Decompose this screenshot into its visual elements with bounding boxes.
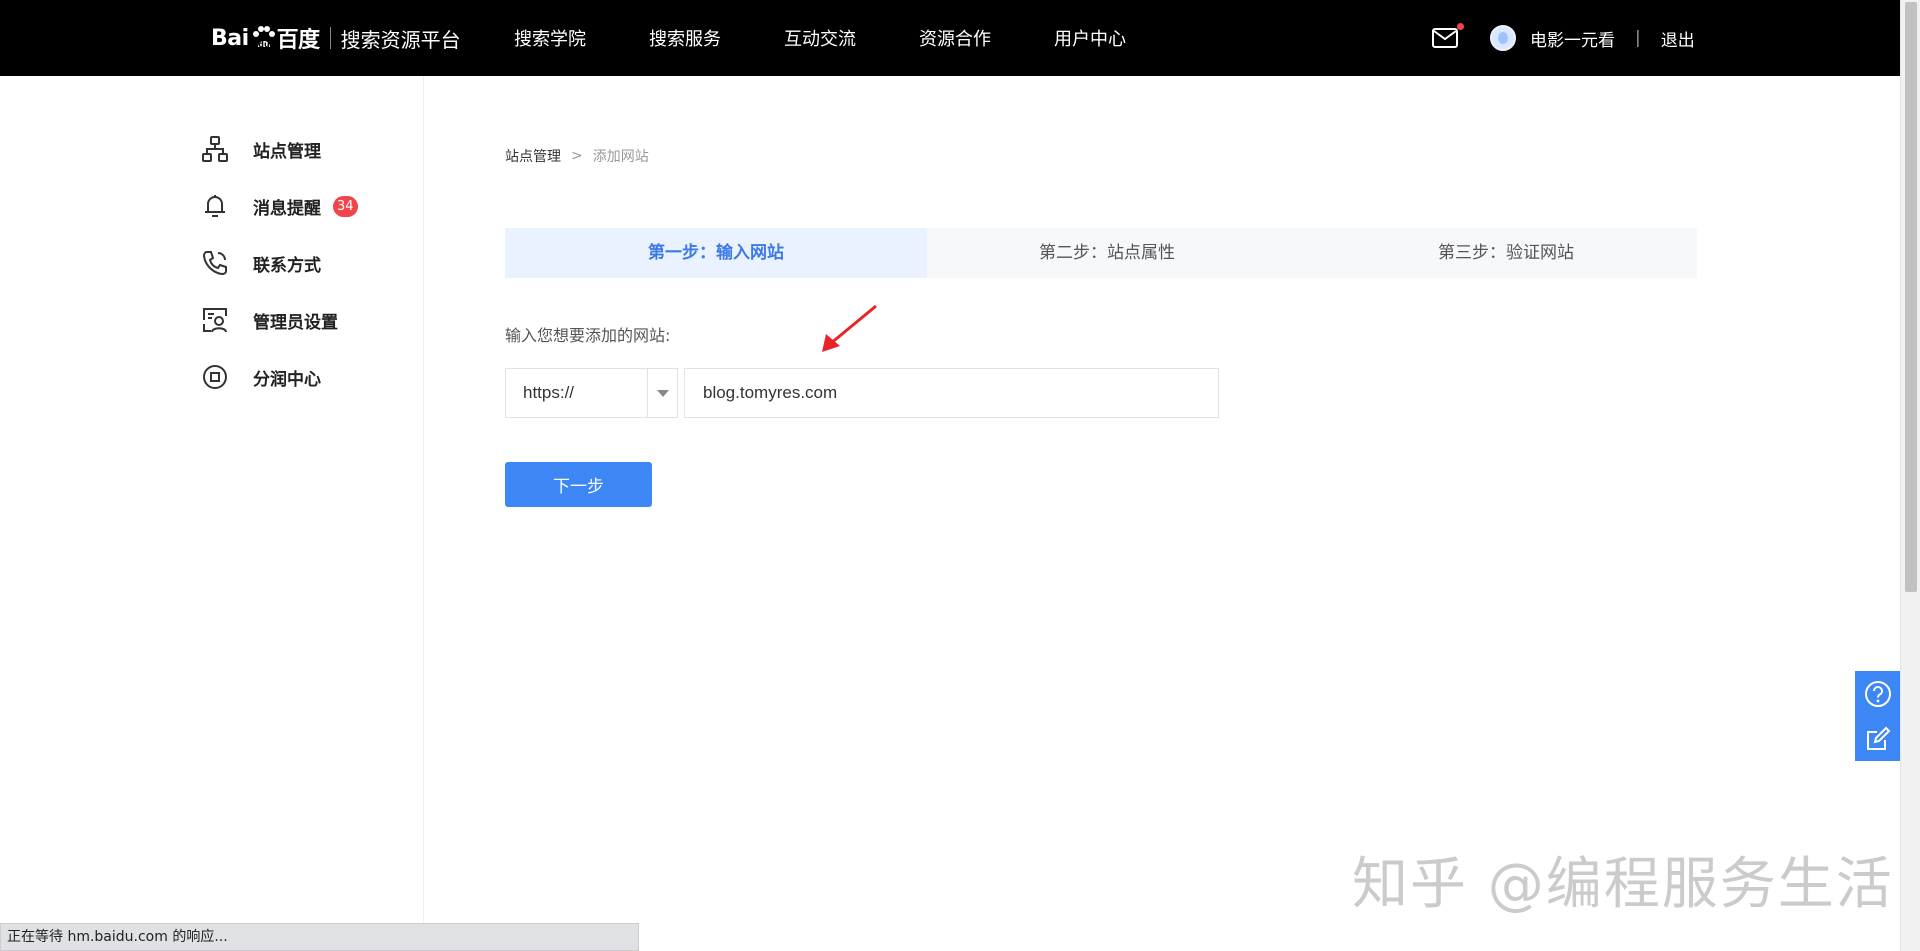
website-field-label: 输入您想要添加的网站: (505, 326, 671, 345)
message-count-badge: 34 (333, 195, 358, 217)
sidebar-item-messages[interactable]: 消息提醒 34 (201, 191, 358, 221)
mail-icon[interactable] (1432, 23, 1464, 48)
vertical-scrollbar[interactable] (1900, 0, 1920, 951)
scrollbar-thumb[interactable] (1905, 2, 1917, 592)
floating-toolbar (1855, 671, 1900, 761)
svg-text:du: du (258, 40, 270, 49)
feedback-edit-icon[interactable] (1863, 724, 1893, 754)
platform-name: 搜索资源平台 (340, 27, 461, 52)
unread-dot (1457, 23, 1464, 30)
coin-icon (203, 365, 227, 389)
nav-item-cooperation[interactable]: 资源合作 (919, 25, 991, 51)
sidebar-item-profit-center[interactable]: 分润中心 (201, 362, 321, 392)
sidebar-item-label: 联系方式 (253, 255, 321, 276)
bell-icon (205, 195, 225, 217)
main-nav: 搜索学院 搜索服务 互动交流 资源合作 用户中心 (514, 0, 1189, 76)
admin-icon (203, 308, 227, 333)
logo-text-left: Bai (211, 25, 249, 51)
step-2: 第二步：站点属性 (1039, 243, 1175, 263)
annotation-arrow-icon (822, 304, 877, 352)
baidu-logo[interactable]: Bai du 百度 搜索资源平台 (211, 0, 461, 76)
header-user-area: 电影一元看 | 退出 (1432, 0, 1695, 76)
logo-divider (329, 27, 331, 49)
sidebar-item-label: 分润中心 (253, 369, 321, 390)
top-header: Bai du 百度 搜索资源平台 搜索学院 搜索服务 互动交流 资源合作 用户中… (0, 0, 1900, 76)
chevron-down-icon[interactable] (647, 369, 677, 417)
protocol-value: https:// (523, 383, 575, 402)
nav-item-services[interactable]: 搜索服务 (649, 25, 721, 51)
next-step-button[interactable]: 下一步 (505, 462, 652, 507)
step-arrow (905, 228, 927, 278)
nav-item-user-center[interactable]: 用户中心 (1054, 25, 1126, 51)
website-url-input[interactable] (684, 368, 1219, 418)
paw-icon: du (252, 26, 275, 49)
breadcrumb-separator: > (571, 148, 583, 164)
sidebar: 站点管理 消息提醒 34 联系方式 管理员设置 分润中心 (0, 76, 424, 951)
breadcrumb: 站点管理 > 添加网站 (505, 146, 649, 166)
step-3: 第三步：验证网站 (1438, 243, 1574, 263)
protocol-select[interactable]: https:// (505, 368, 678, 418)
sidebar-item-site-management[interactable]: 站点管理 (201, 134, 321, 164)
sitemap-icon (202, 136, 228, 162)
breadcrumb-root[interactable]: 站点管理 (505, 146, 561, 166)
sidebar-item-label: 管理员设置 (253, 312, 338, 333)
help-icon[interactable] (1863, 679, 1893, 709)
breadcrumb-current: 添加网站 (592, 149, 649, 165)
phone-icon (202, 251, 227, 276)
header-separator: | (1635, 28, 1641, 48)
logo-text-right: 百度 (276, 28, 321, 53)
sidebar-item-admin-settings[interactable]: 管理员设置 (201, 305, 338, 335)
sidebar-item-label: 消息提醒 (253, 198, 321, 219)
username[interactable]: 电影一元看 (1530, 26, 1615, 51)
step-1-active: 第一步：输入网站 (505, 228, 927, 278)
nav-item-academy[interactable]: 搜索学院 (514, 25, 586, 51)
watermark: 知乎 @编程服务生活 (1352, 852, 1894, 917)
sidebar-item-label: 站点管理 (253, 141, 321, 162)
sidebar-item-contact[interactable]: 联系方式 (201, 248, 321, 278)
nav-item-community[interactable]: 互动交流 (784, 25, 856, 51)
browser-status-bar: 正在等待 hm.baidu.com 的响应... (0, 923, 639, 951)
avatar[interactable] (1490, 25, 1516, 51)
logout-link[interactable]: 退出 (1661, 26, 1695, 51)
step-indicator: 第二步：站点属性 第三步：验证网站 第一步：输入网站 (505, 228, 1697, 278)
